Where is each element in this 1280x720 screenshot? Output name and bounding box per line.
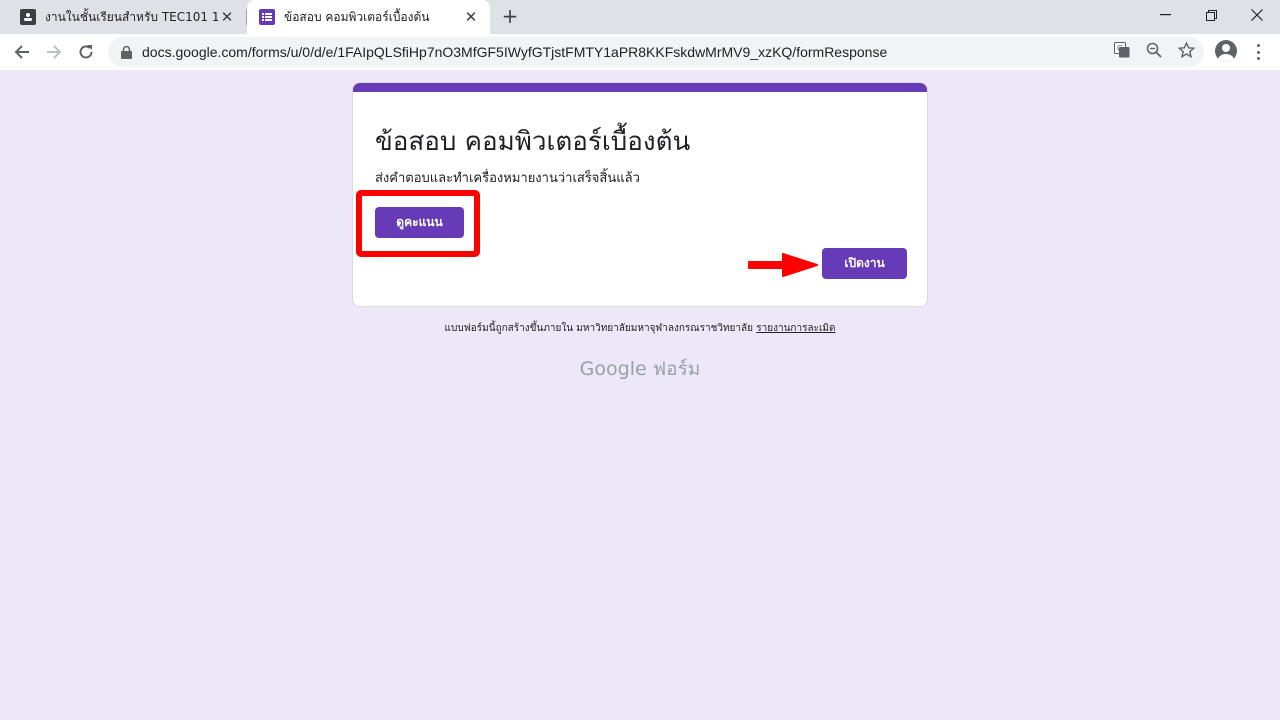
minimize-button[interactable]	[1142, 0, 1188, 30]
back-button[interactable]	[9, 39, 35, 65]
new-tab-button[interactable]: +	[499, 6, 521, 28]
confirmation-message: ส่งคำตอบและทำเครื่องหมายงานว่าเสร็จสิ้นแ…	[375, 171, 640, 186]
open-assignment-button[interactable]: เปิดงาน	[822, 248, 907, 279]
google-forms-logo: Google ฟอร์ม	[579, 358, 701, 380]
highlight-box	[356, 190, 480, 257]
restore-button[interactable]	[1188, 0, 1234, 30]
bookmark-star-icon[interactable]	[1177, 41, 1195, 59]
forward-arrow-icon	[47, 45, 62, 59]
back-arrow-icon	[14, 45, 29, 59]
red-arrow-icon	[748, 253, 818, 277]
report-abuse-link[interactable]: รายงานการละเมิด	[756, 323, 835, 334]
translate-icon[interactable]: G	[1113, 41, 1131, 59]
browser-menu-icon[interactable]	[1250, 42, 1266, 62]
svg-text:G: G	[1117, 44, 1123, 53]
close-window-button[interactable]	[1234, 0, 1280, 30]
google-forms-icon	[259, 9, 275, 25]
footer-text: แบบฟอร์มนี้ถูกสร้างขึ้นภายใน มหาวิทยาลัย…	[444, 323, 754, 334]
tab-forms[interactable]: ข้อสอบ คอมพิวเตอร์เบื้องต้น ✕	[247, 0, 490, 34]
classroom-icon	[20, 9, 36, 25]
url-text: docs.google.com/forms/u/0/d/e/1FAIpQLSfi…	[142, 44, 888, 60]
browser-toolbar: docs.google.com/forms/u/0/d/e/1FAIpQLSfi…	[0, 34, 1280, 70]
tab-strip: งานในชั้นเรียนสำหรับ TEC101 1 ✕ ข้อสอบ ค…	[0, 0, 1280, 34]
tab-classroom[interactable]: งานในชั้นเรียนสำหรับ TEC101 1 ✕	[0, 0, 246, 34]
close-tab-icon[interactable]: ✕	[218, 8, 236, 26]
lock-icon	[120, 45, 132, 59]
form-accent-bar	[353, 83, 927, 92]
reload-icon	[79, 45, 93, 59]
tab-title: ข้อสอบ คอมพิวเตอร์เบื้องต้น	[284, 9, 430, 24]
form-footer-note: แบบฟอร์มนี้ถูกสร้างขึ้นภายใน มหาวิทยาลัย…	[0, 321, 1280, 336]
tab-title: งานในชั้นเรียนสำหรับ TEC101 1	[45, 9, 218, 24]
zoom-icon[interactable]	[1145, 41, 1163, 59]
address-bar[interactable]: docs.google.com/forms/u/0/d/e/1FAIpQLSfi…	[108, 37, 1204, 67]
forward-button[interactable]	[41, 39, 67, 65]
reload-button[interactable]	[73, 39, 99, 65]
close-tab-icon[interactable]: ✕	[462, 8, 480, 26]
profile-avatar-icon[interactable]	[1215, 40, 1237, 62]
form-title: ข้อสอบ คอมพิวเตอร์เบื้องต้น	[375, 127, 691, 157]
